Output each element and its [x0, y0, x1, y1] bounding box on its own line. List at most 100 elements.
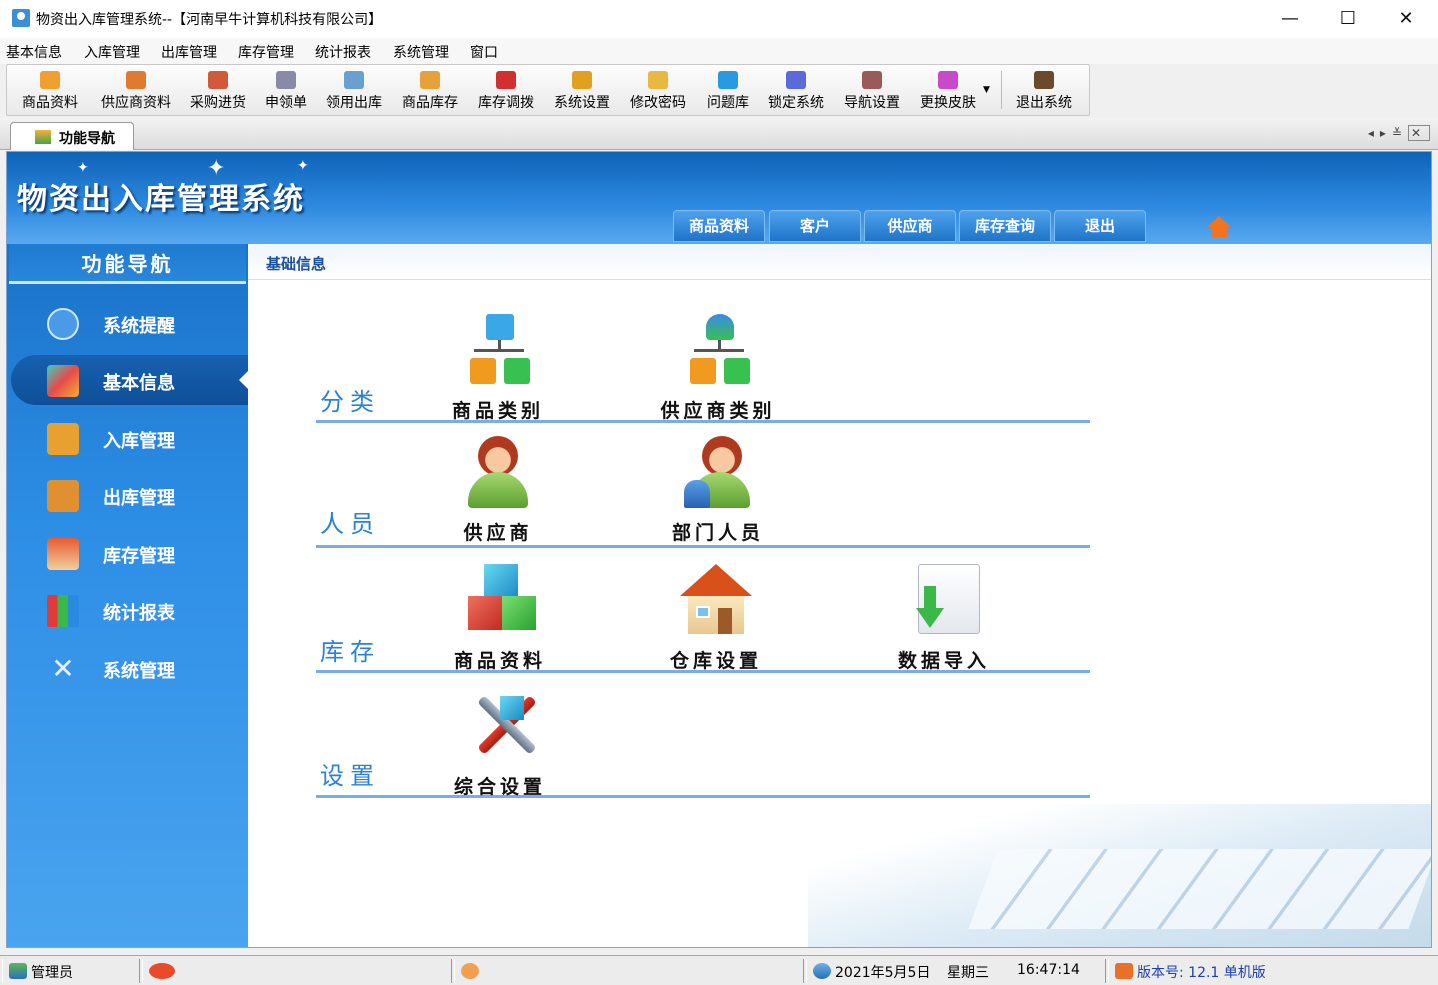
user-group-icon — [9, 963, 27, 979]
section-label-inventory: 库存 — [320, 638, 380, 666]
toolbar-supplier-button[interactable]: 供应商资料 — [93, 65, 179, 115]
warehouse-icon — [47, 538, 79, 570]
title-bar: 物资出入库管理系统--【河南早牛计算机科技有限公司】 — ☐ ✕ — [0, 0, 1438, 38]
outbound-box-icon — [47, 480, 79, 512]
keyboard-background-image — [808, 804, 1431, 947]
sidebar-item-basic-info[interactable]: 基本信息 — [11, 355, 248, 405]
nav-customer-button[interactable]: 客户 — [769, 210, 861, 242]
func-data-import[interactable]: 数据导入 — [874, 564, 1014, 673]
func-goods-info[interactable]: 商品资料 — [430, 564, 570, 673]
section-label-personnel: 人员 — [320, 510, 380, 538]
info-icon — [47, 308, 79, 340]
toolbar-purchase-button[interactable]: 采购进货 — [185, 65, 251, 115]
close-button[interactable]: ✕ — [1386, 6, 1426, 32]
nav-exit-button[interactable]: 退出 — [1054, 210, 1146, 242]
vip-badge-icon — [149, 963, 175, 979]
tab-controls: ◂▸≚ ✕ — [1368, 125, 1430, 141]
sidebar: 功能导航 系统提醒 基本信息 入库管理 出库管理 库存管理 统计报表 ✕ 系统管理 — [7, 244, 248, 947]
toolbar-requisition-button[interactable]: 申领单 — [259, 65, 313, 115]
banner-title: 物资出入库管理系统 — [17, 182, 305, 217]
maximize-button[interactable]: ☐ — [1328, 6, 1368, 32]
sidebar-item-inventory[interactable]: 库存管理 — [11, 528, 248, 578]
home-icon[interactable] — [1207, 216, 1231, 238]
toolbar-password-button[interactable]: 修改密码 — [625, 65, 691, 115]
menu-system[interactable]: 系统管理 — [393, 42, 449, 62]
func-department-staff[interactable]: 部门人员 — [648, 436, 788, 545]
func-general-settings[interactable]: 综合设置 — [430, 690, 570, 799]
key-icon — [648, 71, 668, 89]
bar-chart-icon — [47, 595, 79, 627]
cubes-icon — [462, 564, 538, 638]
transfer-icon — [496, 71, 516, 89]
toolbar: 商品资料 供应商资料 采购进货 申领单 领用出库 商品库存 库存调拨 系统设置 … — [6, 64, 1090, 116]
status-bar: 管理员 2021年5月5日 星期三 16:47:14 版本号: 12.1 单机版 — [0, 955, 1438, 985]
toolbar-faq-button[interactable]: 问题库 — [701, 65, 755, 115]
inbound-box-icon — [47, 423, 79, 455]
supplier-person-icon — [460, 436, 536, 510]
clock-globe-icon — [813, 963, 831, 979]
menu-outbound[interactable]: 出库管理 — [161, 42, 217, 62]
department-staff-icon — [680, 436, 756, 510]
nav-stock-query-button[interactable]: 库存查询 — [959, 210, 1051, 242]
menu-reports[interactable]: 统计报表 — [315, 42, 371, 62]
toolbar-exit-button[interactable]: 退出系统 — [1011, 65, 1077, 115]
nav-goods-button[interactable]: 商品资料 — [673, 210, 765, 242]
service-person-icon — [461, 963, 479, 979]
banner: ✦ ✦ ✦ 物资出入库管理系统 商品资料 客户 供应商 库存查询 退出 — [7, 152, 1431, 244]
section-label-category: 分类 — [320, 388, 380, 416]
func-warehouse-settings[interactable]: 仓库设置 — [646, 564, 786, 673]
tools-icon: ✕ — [51, 652, 75, 685]
tab-scroll-left-icon[interactable]: ◂ — [1368, 126, 1380, 140]
nav-tab-icon — [35, 130, 51, 144]
minimize-button[interactable]: — — [1270, 6, 1310, 32]
toolbar-issue-out-button[interactable]: 领用出库 — [321, 65, 387, 115]
box-icon — [420, 71, 440, 89]
func-goods-category[interactable]: 商品类别 — [428, 314, 568, 423]
sidebar-item-inbound[interactable]: 入库管理 — [11, 413, 248, 463]
func-supplier-category[interactable]: 供应商类别 — [648, 314, 788, 423]
tab-scroll-right-icon[interactable]: ▸ — [1380, 126, 1392, 140]
breadcrumb: 基础信息 — [248, 244, 1431, 280]
status-user: 管理员 — [2, 959, 140, 983]
menu-basic-info[interactable]: 基本信息 — [6, 42, 62, 62]
toolbar-skin-button[interactable]: 更换皮肤 — [915, 65, 981, 115]
tab-function-nav[interactable]: 功能导航 — [10, 122, 134, 150]
toolbar-goods-button[interactable]: 商品资料 — [15, 65, 85, 115]
toolbar-stock-button[interactable]: 商品库存 — [397, 65, 463, 115]
exit-icon — [1034, 71, 1054, 89]
home-version-icon — [1115, 963, 1133, 979]
sidebar-item-system[interactable]: ✕ 系统管理 — [11, 643, 248, 693]
cubes-icon — [47, 365, 79, 397]
toolbar-nav-settings-button[interactable]: 导航设置 — [839, 65, 905, 115]
menu-window[interactable]: 窗口 — [470, 42, 498, 62]
import-icon — [906, 564, 982, 638]
sidebar-item-outbound[interactable]: 出库管理 — [11, 470, 248, 520]
nav-settings-icon — [862, 71, 882, 89]
nav-supplier-button[interactable]: 供应商 — [864, 210, 956, 242]
help-icon — [718, 71, 738, 89]
toolbar-transfer-button[interactable]: 库存调拨 — [473, 65, 539, 115]
main-panel: ✦ ✦ ✦ 物资出入库管理系统 商品资料 客户 供应商 库存查询 退出 功能导航… — [6, 151, 1432, 948]
toolbar-separator — [1001, 71, 1002, 109]
sidebar-item-reminder[interactable]: 系统提醒 — [11, 298, 248, 348]
sidebar-item-reports[interactable]: 统计报表 — [11, 585, 248, 635]
toolbar-settings-button[interactable]: 系统设置 — [549, 65, 615, 115]
app-icon — [12, 9, 30, 27]
skin-dropdown-chevron-icon[interactable]: ▼ — [983, 85, 990, 95]
tab-list-icon[interactable]: ≚ — [1392, 126, 1408, 140]
func-supplier[interactable]: 供应商 — [428, 436, 568, 545]
tab-close-icon[interactable]: ✕ — [1407, 125, 1430, 141]
toolbar-lock-button[interactable]: 锁定系统 — [763, 65, 829, 115]
settings-icon — [572, 71, 592, 89]
tools-icon — [462, 690, 538, 764]
goods-icon — [40, 71, 60, 89]
supplier-icon — [126, 71, 146, 89]
status-vip — [142, 959, 452, 983]
menu-bar: 基本信息 入库管理 出库管理 库存管理 统计报表 系统管理 窗口 — [0, 38, 1438, 64]
form-icon — [276, 71, 296, 89]
menu-inbound[interactable]: 入库管理 — [84, 42, 140, 62]
window-title: 物资出入库管理系统--【河南早牛计算机科技有限公司】 — [36, 12, 383, 28]
section-divider — [316, 545, 1090, 548]
menu-inventory[interactable]: 库存管理 — [238, 42, 294, 62]
status-datetime: 2021年5月5日 星期三 16:47:14 — [806, 959, 1106, 983]
